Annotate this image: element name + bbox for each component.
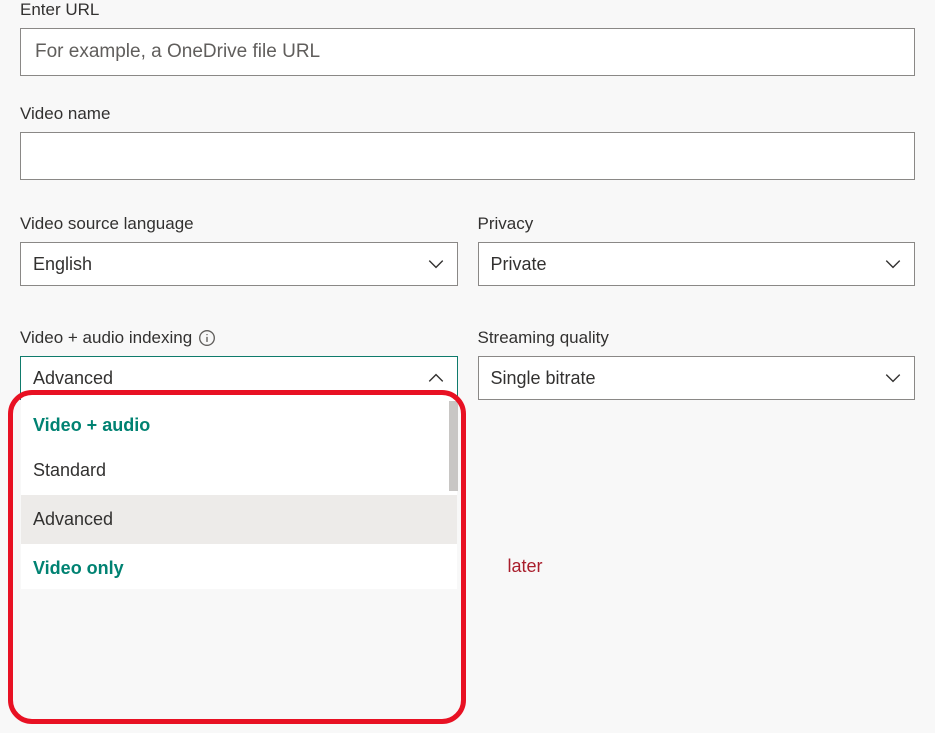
indexing-dropdown: Video + audio Standard Advanced Video on… xyxy=(21,399,457,589)
dropdown-group-video-audio: Video + audio xyxy=(21,401,457,446)
chevron-up-icon xyxy=(427,369,445,387)
dropdown-option-standard[interactable]: Standard xyxy=(21,446,457,495)
video-name-label: Video name xyxy=(20,104,915,124)
privacy-selected-value: Private xyxy=(491,254,547,275)
dropdown-group-video-only: Video only xyxy=(21,544,457,583)
language-label: Video source language xyxy=(20,214,458,234)
language-select[interactable]: English xyxy=(20,242,458,286)
privacy-label: Privacy xyxy=(478,214,916,234)
video-name-input[interactable] xyxy=(20,132,915,180)
info-icon[interactable] xyxy=(198,329,216,347)
indexing-label: Video + audio indexing xyxy=(20,328,192,348)
url-label: Enter URL xyxy=(20,0,915,20)
url-input[interactable] xyxy=(20,28,915,76)
language-selected-value: English xyxy=(33,254,92,275)
streaming-select[interactable]: Single bitrate xyxy=(478,356,916,400)
dropdown-option-advanced[interactable]: Advanced xyxy=(21,495,457,544)
streaming-selected-value: Single bitrate xyxy=(491,368,596,389)
chevron-down-icon xyxy=(427,255,445,273)
chevron-down-icon xyxy=(884,255,902,273)
partial-link-text[interactable]: later xyxy=(508,556,543,577)
indexing-selected-value: Advanced xyxy=(33,368,113,389)
streaming-label: Streaming quality xyxy=(478,328,916,348)
indexing-select[interactable]: Advanced Video + audio Standard Advanced… xyxy=(20,356,458,400)
privacy-select[interactable]: Private xyxy=(478,242,916,286)
chevron-down-icon xyxy=(884,369,902,387)
scrollbar-thumb[interactable] xyxy=(449,401,458,491)
